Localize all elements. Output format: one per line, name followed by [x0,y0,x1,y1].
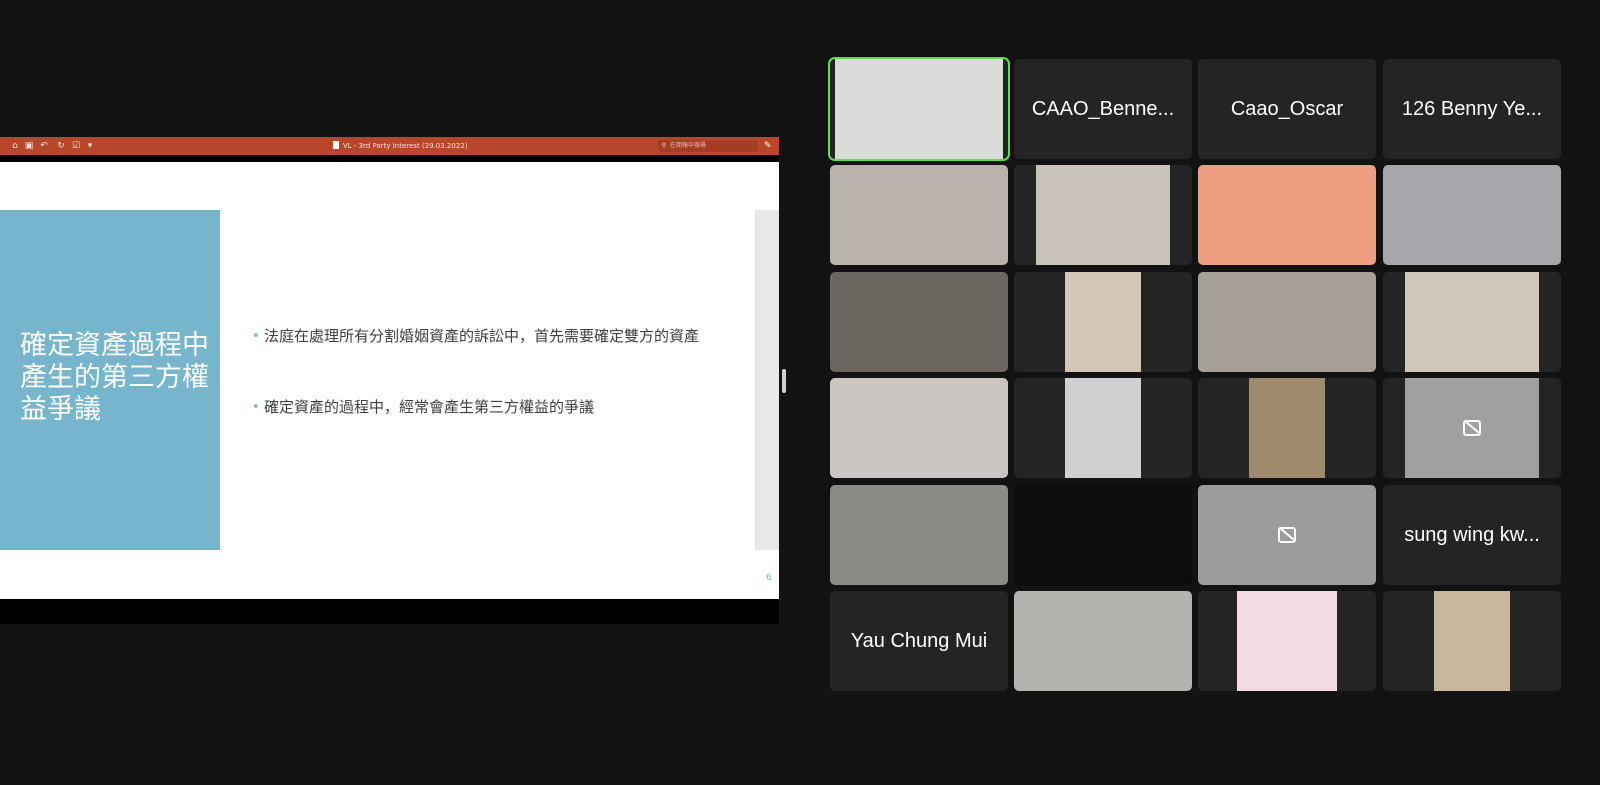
participant-tile[interactable]: Yau Chung Mui [830,591,1008,691]
participant-video [1405,272,1539,372]
participant-tile[interactable] [830,272,1008,372]
participant-video [1249,378,1325,478]
participant-tile[interactable] [1198,272,1376,372]
participant-video [1065,378,1141,478]
participant-video [830,378,1008,478]
participant-name: Caao_Oscar [1230,97,1344,120]
powerpoint-toolbar: ⌂ ▣ ↶ ↻ ☑ ▾ VL - 3rd Party Interest (29.… [0,137,779,155]
camera-off-overlay [1198,485,1376,585]
participant-tile[interactable]: 126 Benny Ye... [1383,59,1561,159]
participant-tile[interactable] [1198,378,1376,478]
redo-icon[interactable]: ↻ [55,140,67,152]
participant-video [1198,165,1376,265]
participant-tile[interactable] [1014,165,1192,265]
more-icon[interactable]: ▾ [84,140,96,152]
participant-tile[interactable] [1383,378,1561,478]
participant-tile[interactable] [1014,272,1192,372]
participant-tile[interactable]: Caao_Oscar [1198,59,1376,159]
participant-video [1237,591,1337,691]
undo-icon[interactable]: ↶ [38,140,50,152]
bullet-dot-icon: • [252,329,260,344]
search-box[interactable]: ⚲ 在簡報中搜尋 [658,140,758,152]
participant-name: 126 Benny Ye... [1401,97,1543,120]
participant-tile[interactable]: CAAO_Benne... [1014,59,1192,159]
shared-screen: ⌂ ▣ ↶ ↻ ☑ ▾ VL - 3rd Party Interest (29.… [0,137,779,624]
slide: 確定資產過程中產生的第三方權益爭議 • 法庭在處理所有分割婚姻資產的訴訟中，首先… [0,162,779,599]
participant-tile[interactable] [1383,165,1561,265]
participant-video [1383,165,1561,265]
slide-title-panel: 確定資產過程中產生的第三方權益爭議 [0,210,220,550]
search-icon: ⚲ [661,142,667,149]
participant-video [1036,165,1170,265]
share-icon[interactable]: ✎ [764,140,774,152]
participant-tile[interactable] [830,485,1008,585]
bullet-item: • 確定資產的過程中，經常會產生第三方權益的爭議 [252,398,595,416]
search-placeholder: 在簡報中搜尋 [670,142,707,149]
home-icon[interactable]: ⌂ [9,140,21,152]
participant-video [830,165,1008,265]
participant-video [1065,272,1141,372]
participant-tile[interactable] [1198,165,1376,265]
participant-video [1434,591,1510,691]
participant-tile[interactable] [1198,485,1376,585]
save-icon[interactable]: ▣ [23,140,35,152]
slide-page-number: 6 [766,573,772,583]
participant-name: Yau Chung Mui [850,629,988,652]
participant-tile[interactable] [830,378,1008,478]
participant-tile[interactable] [1014,378,1192,478]
slide-title: 確定資產過程中產生的第三方權益爭議 [20,330,209,425]
participant-video [830,272,1008,372]
bullet-dot-icon: • [252,400,260,415]
participant-tile[interactable] [830,165,1008,265]
participant-tile[interactable] [1014,485,1192,585]
document-title: VL - 3rd Party Interest (29.03.2022) [333,139,473,153]
participant-tile[interactable] [1383,591,1561,691]
document-icon [333,141,339,149]
customize-icon[interactable]: ☑ [70,140,82,152]
participant-name: sung wing kw... [1404,523,1540,546]
participant-name: CAAO_Benne... [1031,97,1175,120]
camera-off-icon [1463,420,1481,436]
slide-side-panel [755,210,779,550]
participant-video [1014,591,1192,691]
participant-tile[interactable]: sung wing kw... [1383,485,1561,585]
resize-handle[interactable] [782,369,786,393]
camera-off-icon [1278,527,1296,543]
participant-video [1198,272,1376,372]
participant-video [835,59,1003,159]
participant-video [830,485,1008,585]
participant-tile[interactable] [1198,591,1376,691]
camera-off-overlay [1383,378,1561,478]
participant-tile[interactable] [830,59,1008,159]
participant-tile[interactable] [1383,272,1561,372]
bullet-item: • 法庭在處理所有分割婚姻資產的訴訟中，首先需要確定雙方的資產 [252,327,700,345]
participant-tile[interactable] [1014,591,1192,691]
